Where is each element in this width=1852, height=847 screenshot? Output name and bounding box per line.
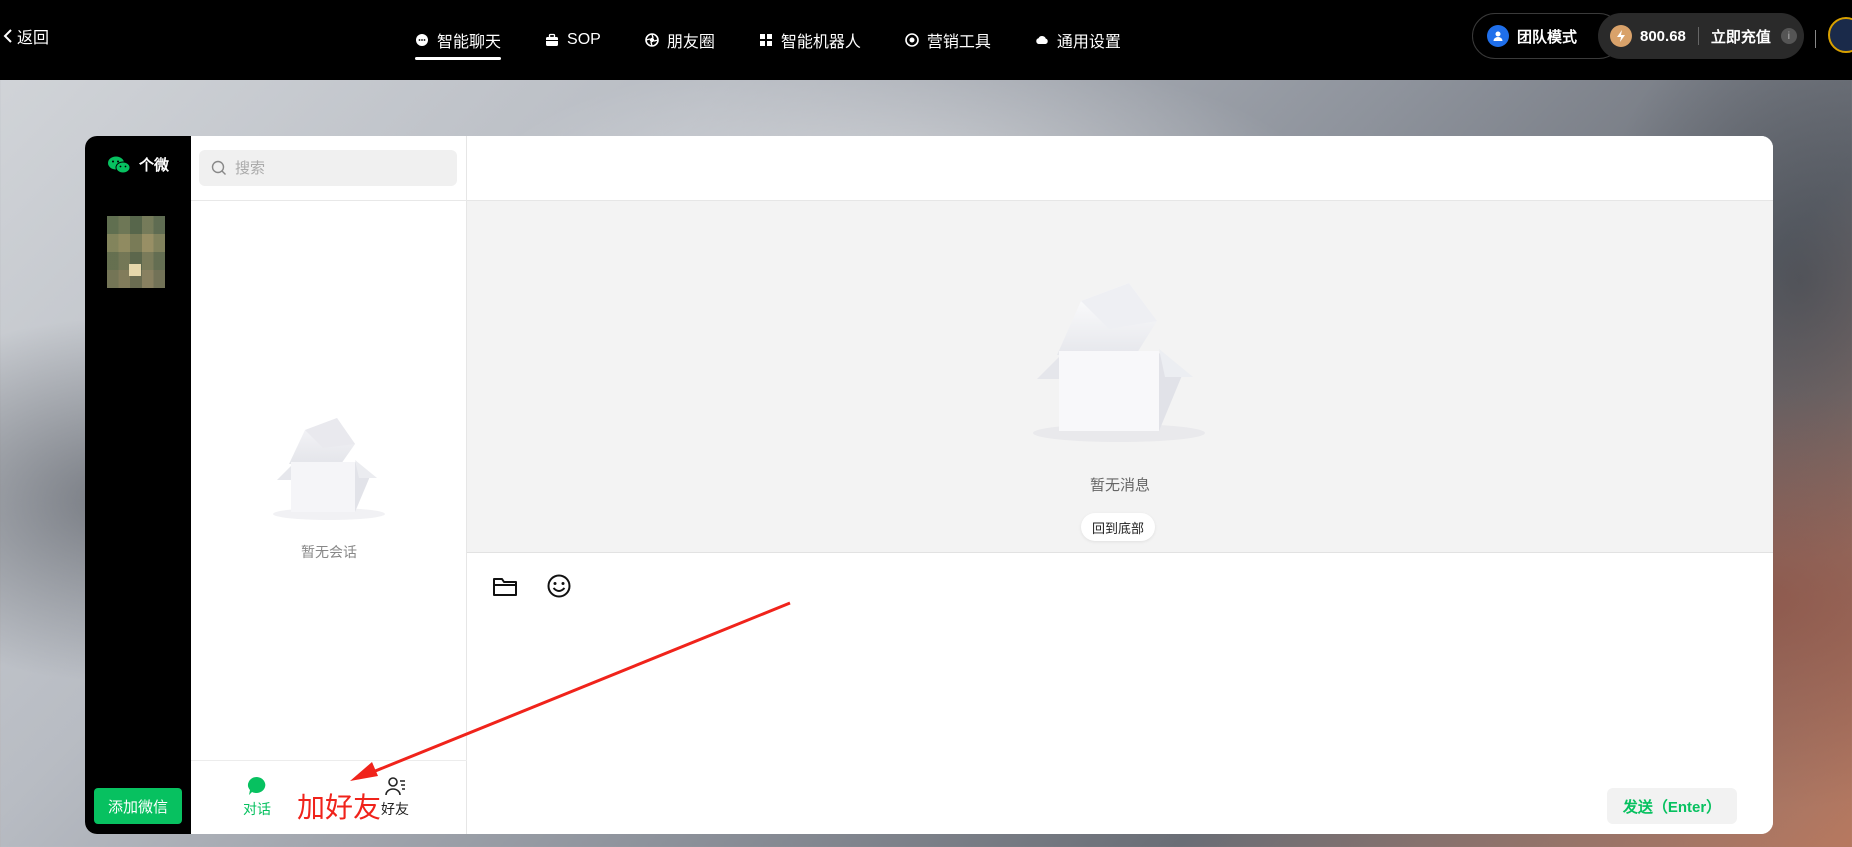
account-type[interactable]: 个微 xyxy=(107,154,169,175)
annotation-label: 加好友 xyxy=(297,791,382,824)
chat-bubble-icon xyxy=(416,34,428,46)
empty-conversation-text: 暂无会话 xyxy=(301,544,357,560)
folder-icon[interactable] xyxy=(491,572,519,600)
nav-item-smart-robot[interactable]: 智能机器人 xyxy=(759,0,861,80)
emoji-icon[interactable] xyxy=(545,572,573,600)
team-mode-label: 团队模式 xyxy=(1517,28,1578,46)
nav-label: 通用设置 xyxy=(1056,34,1121,51)
top-bar: 返回 智能聊天 SOP 朋友圈 智能机器人 营销工具 通用设置 团队模式 800… xyxy=(0,0,1852,80)
send-button[interactable]: 发送（Enter） xyxy=(1607,788,1737,824)
account-avatar[interactable] xyxy=(107,216,165,288)
chat-header xyxy=(467,136,1773,201)
nav-label: 智能机器人 xyxy=(780,34,861,51)
chat-workspace: 个微 添加微信 暂无会话 对话 xyxy=(85,136,1773,834)
scroll-to-bottom-button[interactable]: 回到底部 xyxy=(1081,513,1155,541)
nav-item-marketing-tools[interactable]: 营销工具 xyxy=(905,0,991,80)
nav-label: 朋友圈 xyxy=(666,34,715,51)
lightning-coin-icon xyxy=(1610,25,1632,47)
user-icon xyxy=(1487,25,1509,47)
briefcase-icon xyxy=(546,33,559,46)
balance-amount: 800.68 xyxy=(1640,27,1686,45)
nav-item-general-settings[interactable]: 通用设置 xyxy=(1035,0,1121,80)
tab-label: 好友 xyxy=(381,801,409,817)
message-list[interactable]: 暂无消息 回到底部 xyxy=(467,201,1773,553)
search-box xyxy=(199,150,457,186)
empty-message-text: 暂无消息 xyxy=(1089,477,1150,494)
nav-item-moments[interactable]: 朋友圈 xyxy=(645,0,715,80)
cloud-icon xyxy=(1036,36,1048,44)
message-input[interactable] xyxy=(491,614,1749,764)
add-wechat-button[interactable]: 添加微信 xyxy=(94,788,182,824)
nav-item-sop[interactable]: SOP xyxy=(545,0,601,80)
search-icon xyxy=(211,160,226,175)
search-input[interactable] xyxy=(235,159,435,177)
target-icon xyxy=(905,33,919,47)
info-icon[interactable]: i xyxy=(1780,28,1797,44)
balance-panel: 800.68 立即充值 i xyxy=(1598,13,1804,59)
chevron-left-icon xyxy=(3,29,12,43)
composer-toolbar xyxy=(491,572,599,600)
account-type-label: 个微 xyxy=(139,157,170,174)
user-avatar[interactable] xyxy=(1828,17,1852,53)
divider xyxy=(1815,30,1816,48)
contacts-icon xyxy=(385,777,405,796)
tab-friends[interactable]: 好友 xyxy=(381,775,409,819)
nav-label: 营销工具 xyxy=(926,34,991,51)
chat-bubble-icon xyxy=(248,777,266,795)
empty-box-illustration xyxy=(1033,283,1205,442)
recharge-button[interactable]: 立即充值 xyxy=(1711,26,1771,47)
back-button[interactable]: 返回 xyxy=(2,24,49,48)
nav-label: SOP xyxy=(567,31,601,48)
chat-area: 暂无消息 回到底部 发送（Enter） xyxy=(467,136,1773,834)
tab-label: 对话 xyxy=(243,801,271,817)
main-nav: 智能聊天 SOP 朋友圈 智能机器人 营销工具 通用设置 xyxy=(415,0,1165,80)
grid-icon xyxy=(759,34,772,46)
divider xyxy=(1697,27,1699,45)
account-sidebar: 个微 添加微信 xyxy=(85,136,191,834)
back-label: 返回 xyxy=(17,30,50,47)
wechat-icon xyxy=(108,156,131,173)
nav-item-smart-chat[interactable]: 智能聊天 xyxy=(415,0,502,80)
aperture-icon xyxy=(645,33,659,47)
nav-label: 智能聊天 xyxy=(437,34,502,51)
tab-chat[interactable]: 对话 xyxy=(243,775,271,819)
conversation-panel: 暂无会话 对话 好友 xyxy=(191,136,467,834)
divider xyxy=(191,200,467,201)
empty-box-illustration xyxy=(273,418,385,520)
